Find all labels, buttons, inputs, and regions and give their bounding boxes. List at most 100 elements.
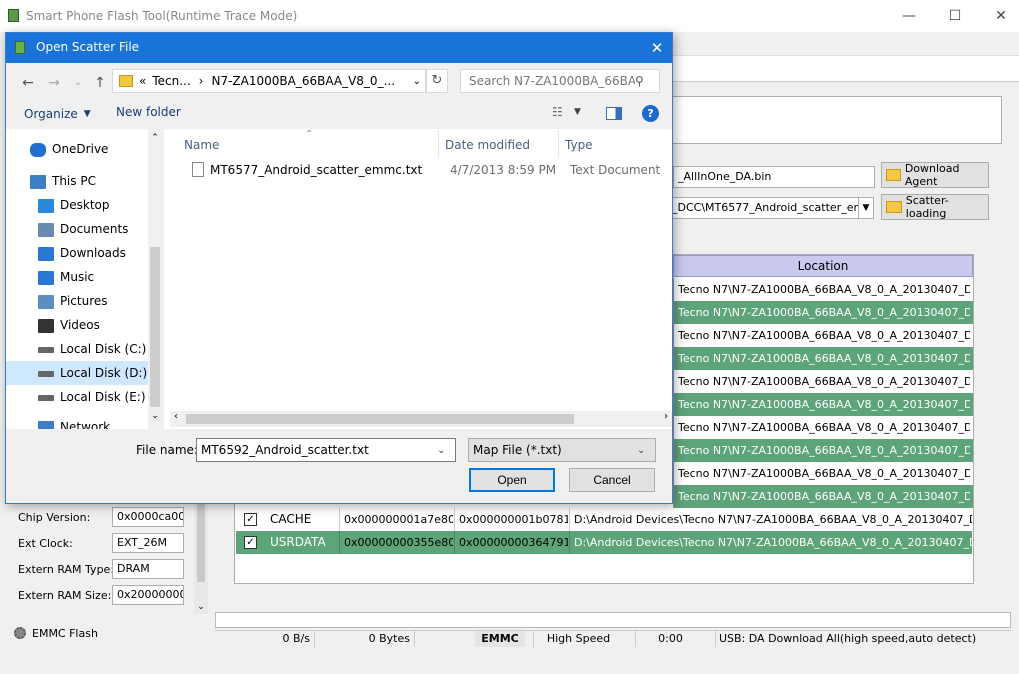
breadcrumb-item[interactable]: Tecn...: [152, 74, 190, 88]
dialog-title: Open Scatter File: [36, 40, 140, 54]
nav-item[interactable]: Pictures: [6, 289, 146, 313]
navigation-scrollbar[interactable]: ⌃ ⌄: [148, 129, 162, 429]
info-panel: [673, 96, 1002, 144]
downloads-icon: [38, 246, 54, 261]
chevron-down-icon[interactable]: ⌄: [194, 602, 208, 612]
nav-item[interactable]: Documents: [6, 217, 146, 241]
open-button[interactable]: Open: [469, 468, 555, 492]
chevron-down-icon[interactable]: ⌄: [437, 445, 445, 456]
location-cell: Tecno N7\N7-ZA1000BA_66BAA_V8_0_A_201304…: [678, 375, 970, 388]
nav-item-label: Network: [60, 420, 111, 429]
desktop-icon: [38, 198, 54, 213]
nav-item[interactable]: Local Disk (C:): [6, 337, 146, 361]
table-row[interactable]: Tecno N7\N7-ZA1000BA_66BAA_V8_0_A_201304…: [673, 347, 973, 370]
chevron-down-icon: ⌄: [637, 444, 646, 456]
partition-name: CACHE: [270, 512, 312, 526]
column-header-name[interactable]: Name: [184, 138, 219, 152]
scroll-thumb[interactable]: [186, 414, 574, 424]
emmc-flash-tab[interactable]: EMMC Flash: [14, 624, 98, 642]
help-icon[interactable]: ?: [642, 105, 659, 122]
sort-ascending-icon: ⌃: [305, 129, 314, 140]
column-divider: [438, 131, 439, 157]
location-cell: Tecno N7\N7-ZA1000BA_66BAA_V8_0_A_201304…: [678, 490, 970, 503]
end-address: 0x000000001b078117: [454, 508, 568, 531]
file-row[interactable]: MT6577_Android_scatter_emmc.txt 4/7/2013…: [184, 159, 664, 181]
extern-ram-size-label: Extern RAM Size:: [18, 589, 112, 602]
column-header-type[interactable]: Type: [565, 138, 593, 152]
table-row[interactable]: Tecno N7\N7-ZA1000BA_66BAA_V8_0_A_201304…: [673, 370, 973, 393]
scatter-field[interactable]: 7_DCC\MT6577_Android_scatter_emm: [660, 197, 860, 219]
nav-item[interactable]: Downloads: [6, 241, 146, 265]
dialog-close-button[interactable]: ✕: [642, 37, 672, 59]
refresh-icon[interactable]: ↻: [426, 69, 448, 93]
row-checkbox[interactable]: ✓: [244, 536, 257, 549]
nav-item[interactable]: Local Disk (E:): [6, 385, 146, 409]
column-headers: Name ⌃ Date modified Type: [184, 129, 594, 157]
file-name-input[interactable]: MT6592_Android_scatter.txt ⌄: [196, 438, 456, 462]
back-arrow-icon[interactable]: ←: [18, 73, 38, 93]
chip-info-scrollbar[interactable]: ⌄: [194, 504, 208, 614]
nav-item[interactable]: This PC: [6, 169, 146, 193]
row-checkbox[interactable]: ✓: [244, 513, 257, 526]
nav-item[interactable]: Network: [6, 415, 146, 429]
location-cell: Tecno N7\N7-ZA1000BA_66BAA_V8_0_A_201304…: [678, 306, 970, 319]
view-options-icon[interactable]: ☷: [552, 105, 563, 119]
preview-pane-icon[interactable]: [606, 107, 622, 120]
nav-item[interactable]: Music: [6, 265, 146, 289]
forward-arrow-icon[interactable]: →: [44, 73, 64, 93]
chip-version-label: Chip Version:: [18, 511, 91, 524]
table-row[interactable]: Tecno N7\N7-ZA1000BA_66BAA_V8_0_A_201304…: [673, 462, 973, 485]
nav-item[interactable]: OneDrive: [6, 137, 146, 161]
location-cell: Tecno N7\N7-ZA1000BA_66BAA_V8_0_A_201304…: [678, 352, 970, 365]
table-row[interactable]: ✓ CACHE 0x000000001a7e8000 0x000000001b0…: [236, 508, 972, 531]
new-folder-button[interactable]: New folder: [116, 105, 181, 119]
chevron-right-icon[interactable]: ›: [664, 411, 668, 422]
cancel-button[interactable]: Cancel: [569, 468, 655, 492]
bytes-value: 0 Bytes: [315, 631, 415, 647]
download-agent-field[interactable]: _AllInOne_DA.bin: [673, 166, 875, 188]
table-row[interactable]: Tecno N7\N7-ZA1000BA_66BAA_V8_0_A_201304…: [673, 416, 973, 439]
file-type-select[interactable]: Map File (*.txt) ⌄: [468, 438, 656, 462]
column-header-date[interactable]: Date modified: [445, 138, 530, 152]
chevron-left-icon[interactable]: ‹: [174, 411, 178, 422]
scroll-thumb[interactable]: [150, 247, 160, 407]
scatter-loading-button[interactable]: Scatter-loading: [881, 194, 989, 220]
scatter-dropdown-arrow-icon[interactable]: ▼: [858, 197, 874, 219]
nav-item[interactable]: Desktop: [6, 193, 146, 217]
minimize-button[interactable]: —: [886, 4, 932, 28]
horizontal-scrollbar[interactable]: ‹ ›: [170, 411, 672, 427]
chevron-down-icon[interactable]: ⌄: [413, 76, 421, 87]
extern-ram-type-value: DRAM: [112, 559, 184, 579]
breadcrumb-item[interactable]: N7-ZA1000BA_66BAA_V8_0_...: [211, 74, 395, 88]
download-agent-button[interactable]: Download Agent: [881, 162, 989, 188]
usb-status: USB: DA Download All(high speed,auto det…: [715, 631, 1011, 647]
breadcrumb[interactable]: « Tecn... › N7-ZA1000BA_66BAA_V8_0_... ⌄: [112, 69, 426, 93]
table-row[interactable]: Tecno N7\N7-ZA1000BA_66BAA_V8_0_A_201304…: [673, 439, 973, 462]
recent-dropdown-icon[interactable]: ⌄: [68, 73, 88, 93]
nav-item-label: Music: [60, 270, 95, 284]
table-row[interactable]: Tecno N7\N7-ZA1000BA_66BAA_V8_0_A_201304…: [673, 278, 973, 301]
nav-item[interactable]: Videos: [6, 313, 146, 337]
nav-item[interactable]: Local Disk (D:): [6, 361, 148, 385]
location-column-header[interactable]: Location: [673, 255, 973, 277]
table-row[interactable]: ✓ USRDATA 0x00000000355e8000 0x000000003…: [236, 531, 972, 554]
chevron-down-icon[interactable]: ⌄: [150, 411, 160, 421]
file-type-value: Map File (*.txt): [473, 443, 562, 457]
nav-item-label: Videos: [60, 318, 100, 332]
chevron-down-icon[interactable]: ▼: [574, 107, 581, 117]
table-row[interactable]: Tecno N7\N7-ZA1000BA_66BAA_V8_0_A_201304…: [673, 393, 973, 416]
chevron-up-icon[interactable]: ⌃: [150, 133, 160, 143]
speed-mode: High Speed: [533, 631, 623, 647]
organize-button[interactable]: Organize ▼: [24, 105, 91, 123]
table-row[interactable]: Tecno N7\N7-ZA1000BA_66BAA_V8_0_A_201304…: [673, 324, 973, 347]
app-icon: [8, 9, 19, 22]
up-arrow-icon[interactable]: ↑: [90, 73, 110, 93]
nav-item-label: Local Disk (E:): [60, 390, 146, 404]
table-row[interactable]: Tecno N7\N7-ZA1000BA_66BAA_V8_0_A_201304…: [673, 301, 973, 324]
maximize-button[interactable]: ☐: [932, 4, 978, 28]
music-icon: [38, 270, 54, 285]
table-row[interactable]: Tecno N7\N7-ZA1000BA_66BAA_V8_0_A_201304…: [673, 485, 973, 508]
close-button[interactable]: ✕: [978, 4, 1019, 28]
search-input[interactable]: Search N7-ZA1000BA_66BAA_... ⚲: [460, 69, 660, 93]
scroll-thumb[interactable]: [197, 504, 205, 582]
